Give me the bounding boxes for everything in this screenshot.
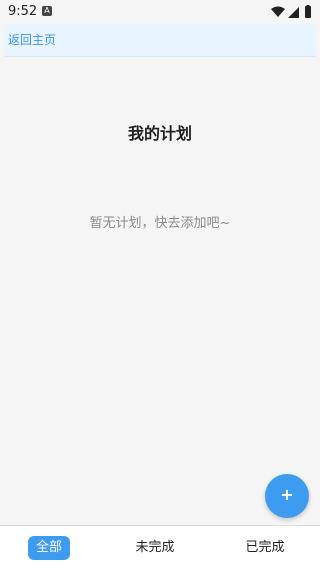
- add-plan-button[interactable]: +: [265, 474, 309, 518]
- wifi-icon: [271, 6, 285, 17]
- bottom-tab-bar: 全部 未完成 已完成: [0, 525, 320, 569]
- back-home-link[interactable]: 返回主页: [8, 32, 56, 48]
- notification-icon: A: [42, 6, 52, 16]
- tab-all[interactable]: 全部: [28, 536, 70, 560]
- signal-icon: [288, 7, 299, 18]
- status-bar: 9:52 A: [0, 0, 320, 24]
- tab-incomplete[interactable]: 未完成: [130, 536, 180, 560]
- tab-completed[interactable]: 已完成: [240, 536, 290, 560]
- battery-icon: [305, 5, 311, 18]
- empty-state-message: 暂无计划，快去添加吧~: [89, 216, 231, 231]
- header-bar: 返回主页: [4, 24, 316, 57]
- page-title: 我的计划: [127, 124, 192, 143]
- status-icons: [270, 5, 314, 19]
- plus-icon: +: [280, 485, 294, 504]
- status-time: 9:52: [8, 4, 38, 19]
